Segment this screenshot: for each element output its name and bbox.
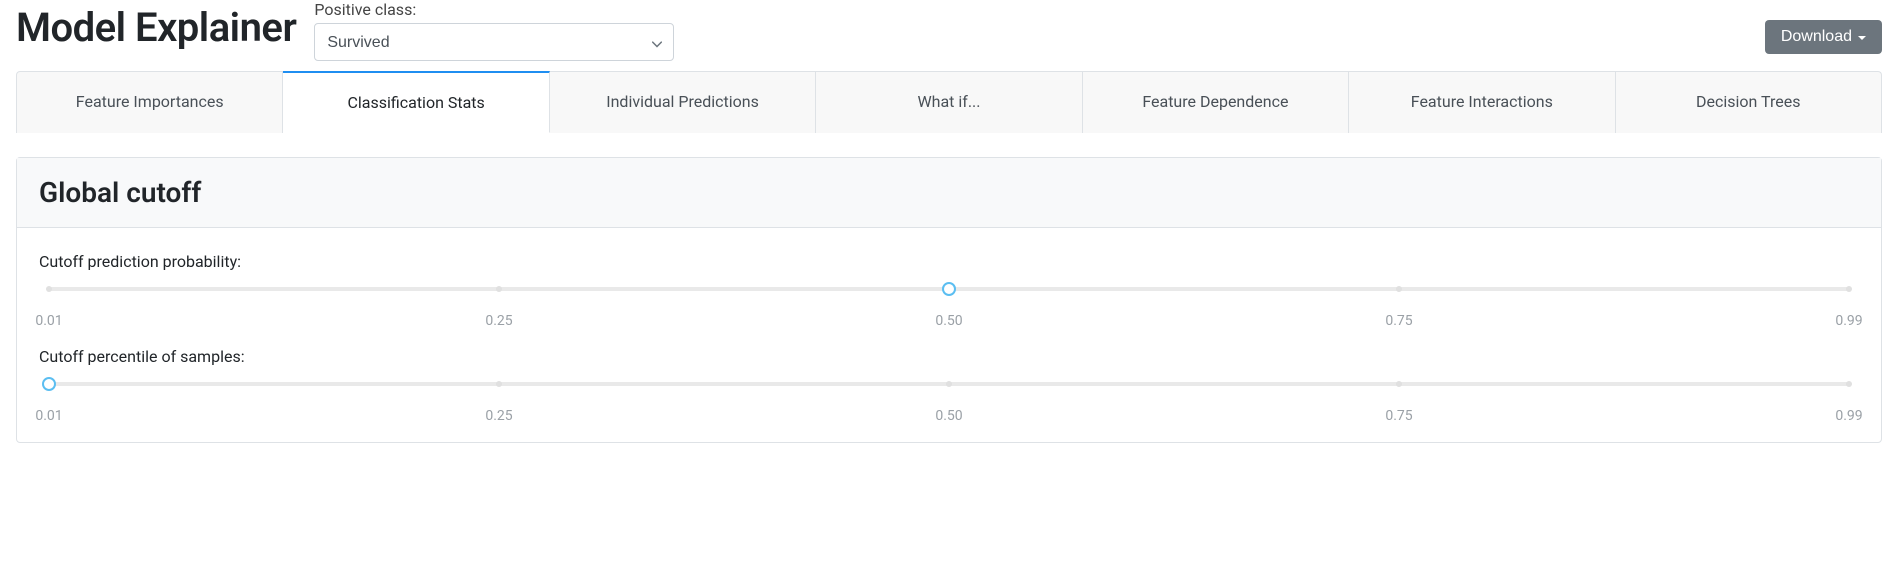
tab-feature-dependence[interactable]: Feature Dependence: [1083, 71, 1349, 133]
slider-mark: [496, 381, 502, 387]
slider-mark: [1846, 381, 1852, 387]
slider-ticks: 0.010.250.500.750.99: [49, 301, 1849, 319]
slider-label: Cutoff percentile of samples:: [39, 347, 1859, 366]
card-header: Global cutoff: [17, 158, 1881, 228]
slider-mark: [1396, 286, 1402, 292]
tab-feature-interactions[interactable]: Feature Interactions: [1349, 71, 1615, 133]
tab-feature-importances[interactable]: Feature Importances: [16, 71, 283, 133]
tab-classification-stats[interactable]: Classification Stats: [283, 71, 549, 133]
slider-mark: [1846, 286, 1852, 292]
slider-group: Cutoff prediction probability: 0.010.250.…: [39, 252, 1859, 319]
slider-tick-label: 0.75: [1385, 408, 1412, 424]
slider-rail[interactable]: [49, 287, 1849, 291]
slider-mark: [46, 286, 52, 292]
positive-class-select[interactable]: Survived: [314, 23, 674, 61]
slider-rail[interactable]: [49, 382, 1849, 386]
card-title: Global cutoff: [39, 176, 1859, 209]
slider-tick-label: 0.50: [935, 313, 962, 329]
slider-handle[interactable]: [942, 282, 956, 296]
slider-container: 0.010.250.500.750.99: [39, 287, 1859, 319]
download-button[interactable]: Download: [1765, 20, 1882, 54]
tab-decision-trees[interactable]: Decision Trees: [1616, 71, 1882, 133]
tab-what-if[interactable]: What if...: [816, 71, 1082, 133]
caret-down-icon: [1858, 28, 1866, 46]
slider-tick-label: 0.75: [1385, 313, 1412, 329]
slider-tick-label: 0.25: [485, 313, 512, 329]
slider-tick-label: 0.50: [935, 408, 962, 424]
slider-ticks: 0.010.250.500.750.99: [49, 396, 1849, 414]
slider-tick-label: 0.01: [35, 408, 62, 424]
positive-class-label: Positive class:: [314, 0, 674, 19]
card-body: Cutoff prediction probability:0.010.250.…: [17, 228, 1881, 442]
download-button-label: Download: [1781, 28, 1852, 46]
page-title: Model Explainer: [16, 4, 296, 52]
slider-label: Cutoff prediction probability:: [39, 252, 1859, 271]
slider-tick-label: 0.01: [35, 313, 62, 329]
slider-mark: [946, 381, 952, 387]
tab-individual-predictions[interactable]: Individual Predictions: [550, 71, 816, 133]
slider-mark: [1396, 381, 1402, 387]
tabs-container: Feature ImportancesClassification StatsI…: [16, 71, 1882, 133]
slider-container: 0.010.250.500.750.99: [39, 382, 1859, 414]
slider-tick-label: 0.99: [1835, 313, 1862, 329]
slider-group: Cutoff percentile of samples: 0.010.250.5…: [39, 347, 1859, 414]
slider-handle[interactable]: [42, 377, 56, 391]
slider-tick-label: 0.99: [1835, 408, 1862, 424]
slider-tick-label: 0.25: [485, 408, 512, 424]
global-cutoff-card: Global cutoff Cutoff prediction probabil…: [16, 157, 1882, 443]
slider-mark: [496, 286, 502, 292]
